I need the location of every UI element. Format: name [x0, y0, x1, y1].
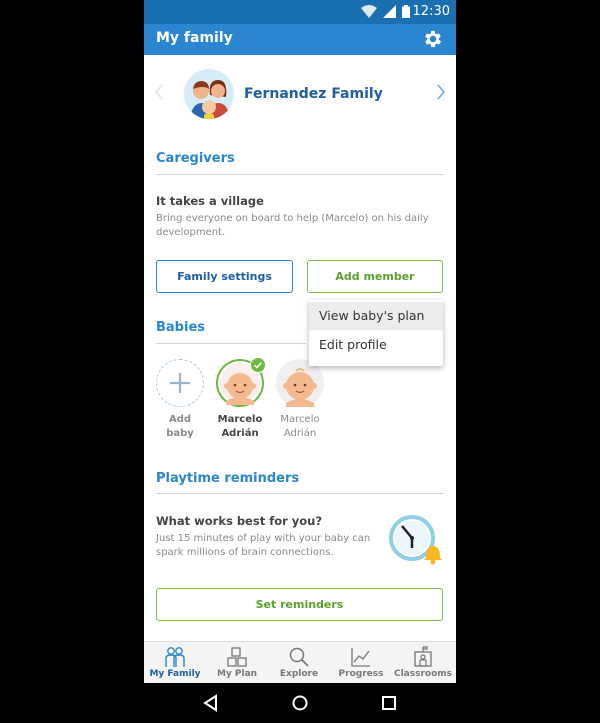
recents-icon[interactable]: [379, 693, 399, 713]
classroom-icon: [414, 646, 432, 667]
nav-my-family[interactable]: My Family: [144, 642, 206, 684]
check-icon: [250, 357, 266, 373]
caregivers-description: Bring everyone on board to help (Marcelo…: [156, 213, 429, 238]
nav-my-plan[interactable]: My Plan: [206, 642, 268, 684]
baby-name-selected: Marcelo Adrián: [217, 414, 263, 439]
home-icon[interactable]: [290, 693, 310, 713]
reminders-title: Playtime reminders: [156, 471, 300, 486]
nav-label: My Family: [149, 669, 201, 679]
babies-divider: [156, 343, 306, 344]
menu-item-view-plan[interactable]: View baby's plan: [309, 302, 443, 330]
family-name: Fernandez Family: [244, 86, 383, 102]
family-icon: [165, 647, 185, 667]
babies-title: Babies: [156, 320, 205, 335]
status-time: 12:30: [412, 4, 450, 19]
add-baby-circle: [156, 359, 204, 407]
set-reminders-button[interactable]: Set reminders: [156, 588, 443, 621]
caregivers-title: Caregivers: [156, 151, 235, 166]
search-icon: [289, 647, 309, 667]
system-navigation-bar: [144, 683, 456, 723]
caregivers-heading: It takes a village: [156, 194, 264, 208]
status-bar: 12:30: [144, 0, 456, 24]
reminders-description: Just 15 minutes of play with your baby c…: [156, 533, 371, 558]
reminders-divider: [156, 493, 444, 494]
baby-marcelo[interactable]: Marcelo Adrián: [271, 359, 329, 441]
page-title: My family: [156, 30, 233, 46]
add-baby-label: Add baby: [166, 414, 194, 439]
baby-avatar: [216, 357, 266, 407]
baby-context-menu: View baby's plan Edit profile: [309, 300, 443, 366]
back-icon[interactable]: [201, 693, 221, 713]
bottom-navigation: My Family My Plan Explore Progress Class…: [144, 641, 456, 684]
wifi-icon: [361, 5, 377, 18]
nav-classrooms[interactable]: Classrooms: [392, 642, 454, 684]
family-illustration: [184, 69, 234, 119]
nav-label: Classrooms: [393, 669, 453, 679]
battery-icon: [402, 5, 410, 18]
baby-name: Marcelo Adrián: [280, 414, 320, 439]
chevron-right-icon[interactable]: [436, 84, 446, 100]
clock-bell-icon: [389, 515, 442, 565]
phone-screen: 12:30 My family Fernandez Family Caregiv…: [144, 0, 456, 723]
nav-label: Explore: [279, 669, 319, 679]
reminders-heading: What works best for you?: [156, 514, 323, 528]
baby-marcelo-selected[interactable]: Marcelo Adrián: [211, 357, 269, 441]
plus-icon: [169, 372, 190, 393]
nav-explore[interactable]: Explore: [268, 642, 330, 684]
caregivers-divider: [156, 174, 444, 175]
baby-avatar: [276, 359, 324, 407]
chart-icon: [351, 648, 370, 667]
blocks-icon: [227, 647, 247, 667]
status-icons: [361, 5, 410, 18]
family-settings-button[interactable]: Family settings: [156, 260, 293, 293]
gear-icon[interactable]: [422, 28, 444, 50]
menu-item-edit-profile[interactable]: Edit profile: [309, 331, 443, 359]
add-member-button[interactable]: Add member: [307, 260, 443, 293]
cellular-icon: [383, 5, 396, 18]
chevron-left-icon[interactable]: [154, 84, 164, 100]
nav-label: My Plan: [216, 669, 258, 679]
add-baby-button[interactable]: Add baby: [156, 359, 204, 441]
baby-face-icon: [276, 359, 324, 407]
family-avatar: [184, 69, 234, 119]
nav-label: Progress: [338, 669, 384, 679]
nav-progress[interactable]: Progress: [330, 642, 392, 684]
app-bar: My family: [144, 24, 456, 55]
